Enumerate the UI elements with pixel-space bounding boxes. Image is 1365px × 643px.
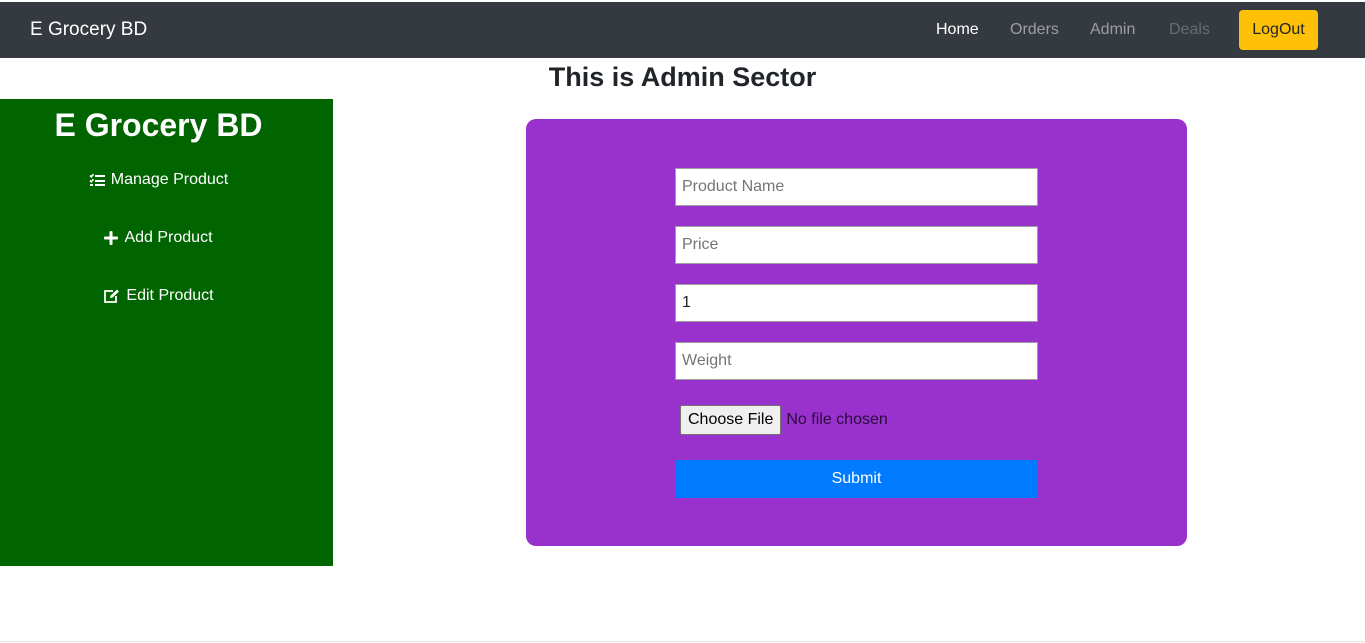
sidebar-item-add-product[interactable]: Add Product — [0, 228, 317, 248]
file-input: Choose File No file chosen — [680, 405, 888, 435]
price-input[interactable] — [675, 226, 1038, 264]
navbar: E Grocery BD Home Orders Admin Deals Log… — [0, 2, 1365, 58]
sidebar-item-label: Manage Product — [110, 171, 229, 188]
plus-icon — [104, 231, 119, 245]
weight-input[interactable] — [675, 342, 1038, 380]
sidebar-item-label: Edit Product — [126, 287, 214, 304]
tasks-list-icon — [89, 173, 105, 187]
nav-link-home[interactable]: Home — [936, 20, 979, 40]
sidebar-item-label: Add Product — [124, 229, 213, 246]
sidebar-item-manage-product[interactable]: Manage Product — [0, 170, 317, 190]
sidebar-item-edit-product[interactable]: Edit Product — [0, 286, 317, 306]
page-title: This is Admin Sector — [548, 62, 817, 92]
edit-icon — [103, 289, 120, 304]
sidebar: E Grocery BD Manage Product Add Product — [0, 99, 333, 566]
divider — [0, 641, 1365, 642]
sidebar-brand: E Grocery BD — [54, 107, 263, 143]
add-product-form: Choose File No file chosen Submit — [526, 119, 1187, 546]
file-status: No file chosen — [786, 411, 888, 428]
submit-button[interactable]: Submit — [675, 460, 1038, 498]
nav-link-deals[interactable]: Deals — [1169, 20, 1210, 40]
nav-link-admin[interactable]: Admin — [1090, 20, 1135, 40]
product-name-input[interactable] — [675, 168, 1038, 206]
quantity-input[interactable] — [675, 284, 1038, 322]
nav-link-orders[interactable]: Orders — [1010, 20, 1059, 40]
choose-file-button[interactable]: Choose File — [680, 405, 782, 435]
navbar-brand[interactable]: E Grocery BD — [30, 18, 147, 42]
logout-button[interactable]: LogOut — [1239, 10, 1318, 50]
